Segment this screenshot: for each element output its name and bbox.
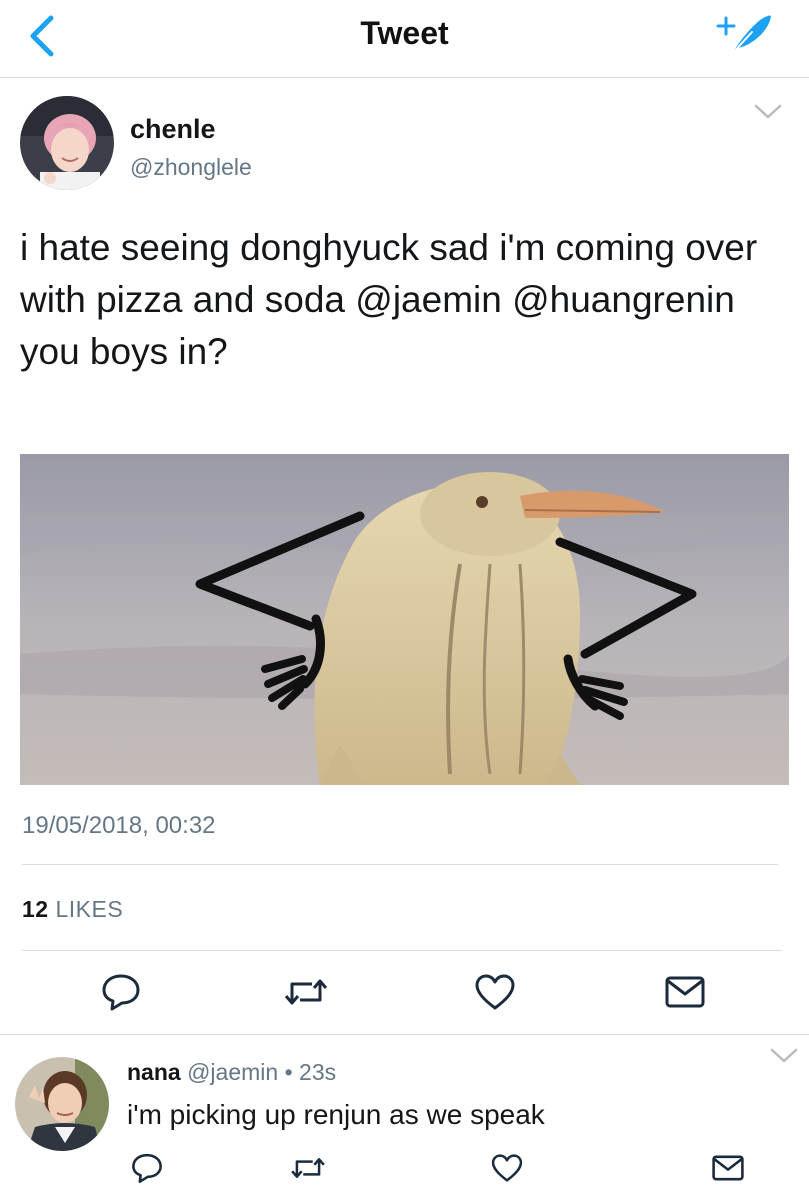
profile-photo-icon [15,1057,109,1151]
reply-icon [102,974,140,1011]
share-mail-icon [665,976,705,1008]
chevron-down-icon [770,1048,798,1063]
like-button[interactable] [470,970,520,1014]
likes-count[interactable]: 12 LIKES [22,896,123,923]
navigation-bar: Tweet [0,0,809,78]
author-handle[interactable]: @zhonglele [130,154,252,181]
reply-retweet-button[interactable] [283,1146,333,1190]
reply-text: i'm picking up renjun as we speak [127,1099,545,1130]
tweet-image[interactable] [20,454,789,785]
tweet-header: chenle @zhonglele [0,78,809,198]
bird-meme-image [20,454,789,785]
likes-label: LIKES [55,896,124,922]
reply-header: nana @jaemin • 23s [127,1059,336,1086]
reply-reply-button[interactable] [122,1146,172,1190]
divider [22,864,778,865]
reply-like-button[interactable] [482,1146,532,1190]
like-icon [475,974,515,1010]
divider [22,950,782,951]
reply-options-button[interactable] [768,1044,800,1068]
divider [0,1034,809,1035]
page-title: Tweet [360,15,449,51]
like-icon [491,1154,523,1182]
reply-icon [132,1153,162,1183]
tweet-timestamp: 19/05/2018, 00:32 [22,812,216,839]
compose-tweet-button[interactable] [708,10,776,60]
reply-avatar[interactable] [15,1057,109,1151]
reply-time: 23s [299,1059,337,1085]
compose-feather-icon [716,15,771,55]
reply-author-handle[interactable]: @jaemin [187,1059,278,1085]
tweet-options-button[interactable] [752,100,784,124]
retweet-icon [291,1158,325,1178]
likes-number: 12 [22,896,49,922]
reply-author-name[interactable]: nana [127,1059,181,1085]
share-mail-icon [712,1155,744,1181]
avatar[interactable] [20,96,114,190]
reply-button[interactable] [96,970,146,1014]
retweet-button[interactable] [281,970,331,1014]
profile-photo-icon [20,96,114,190]
reply-separator: • [284,1059,293,1085]
retweet-icon [284,979,328,1005]
chevron-down-icon [754,104,782,119]
tweet-text: i hate seeing donghyuck sad i'm coming o… [20,227,758,372]
author-name[interactable]: chenle [130,114,216,145]
share-button[interactable] [660,970,710,1014]
reply-share-button[interactable] [703,1146,753,1190]
